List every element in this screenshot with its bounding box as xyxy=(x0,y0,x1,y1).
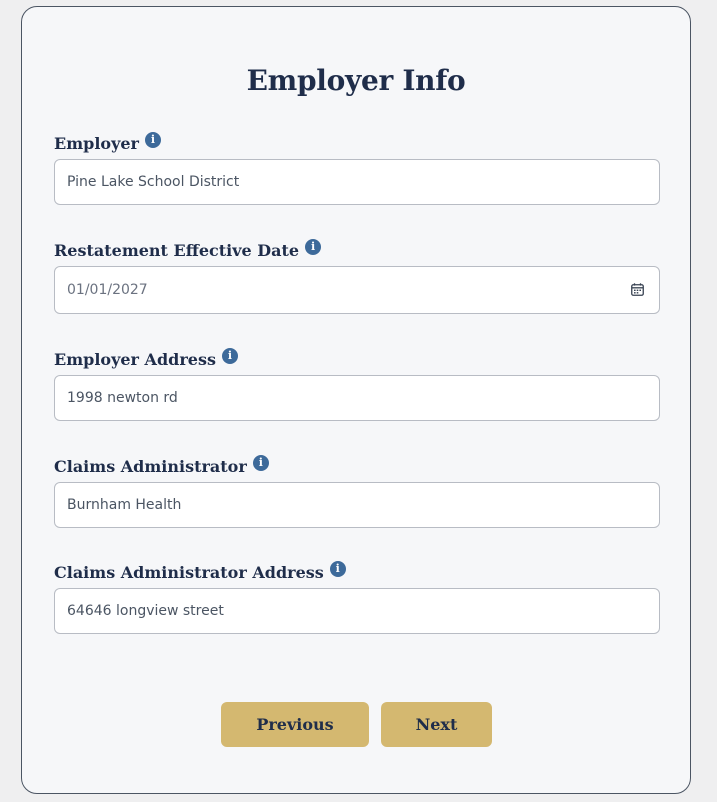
claims-administrator-label-row: Claims Administrator i xyxy=(54,455,660,478)
info-icon[interactable]: i xyxy=(144,132,161,148)
info-icon[interactable]: i xyxy=(329,561,346,577)
employer-field: Employer i Pine Lake School District xyxy=(54,132,660,205)
restatement-date-input-value: 01/01/2027 xyxy=(67,282,148,298)
employer-address-input[interactable]: 1998 newton rd xyxy=(54,375,660,421)
previous-button[interactable]: Previous xyxy=(221,702,369,747)
info-icon[interactable]: i xyxy=(305,239,322,255)
employer-address-field: Employer Address i 1998 newton rd xyxy=(54,348,660,421)
claims-administrator-input[interactable]: Burnham Health xyxy=(54,482,660,528)
employer-address-label-row: Employer Address i xyxy=(54,348,660,371)
info-icon[interactable]: i xyxy=(252,455,269,471)
info-icon[interactable]: i xyxy=(221,348,238,364)
employer-label: Employer xyxy=(54,134,139,153)
claims-administrator-address-field: Claims Administrator Address i 64646 lon… xyxy=(54,561,660,634)
employer-input[interactable]: Pine Lake School District xyxy=(54,159,660,205)
claims-administrator-address-label: Claims Administrator Address xyxy=(54,563,324,582)
calendar-icon[interactable] xyxy=(631,283,644,296)
restatement-date-input[interactable]: 01/01/2027 xyxy=(54,266,660,314)
employer-address-label: Employer Address xyxy=(54,350,216,369)
claims-administrator-address-input[interactable]: 64646 longview street xyxy=(54,588,660,634)
employer-label-row: Employer i xyxy=(54,132,660,155)
restatement-date-label: Restatement Effective Date xyxy=(54,241,300,260)
claims-administrator-label: Claims Administrator xyxy=(54,457,247,476)
claims-administrator-address-input-value: 64646 longview street xyxy=(67,603,224,619)
claims-administrator-address-label-row: Claims Administrator Address i xyxy=(54,561,660,584)
claims-administrator-input-value: Burnham Health xyxy=(67,497,182,513)
page-title: Employer Info xyxy=(246,64,466,97)
employer-info-card: Employer Info Employer i Pine Lake Schoo… xyxy=(21,6,691,794)
claims-administrator-field: Claims Administrator i Burnham Health xyxy=(54,455,660,528)
restatement-date-label-row: Restatement Effective Date i xyxy=(54,239,660,262)
employer-input-value: Pine Lake School District xyxy=(67,174,240,190)
employer-address-input-value: 1998 newton rd xyxy=(67,390,178,406)
restatement-date-field: Restatement Effective Date i 01/01/2027 xyxy=(54,239,660,314)
next-button[interactable]: Next xyxy=(381,702,492,747)
